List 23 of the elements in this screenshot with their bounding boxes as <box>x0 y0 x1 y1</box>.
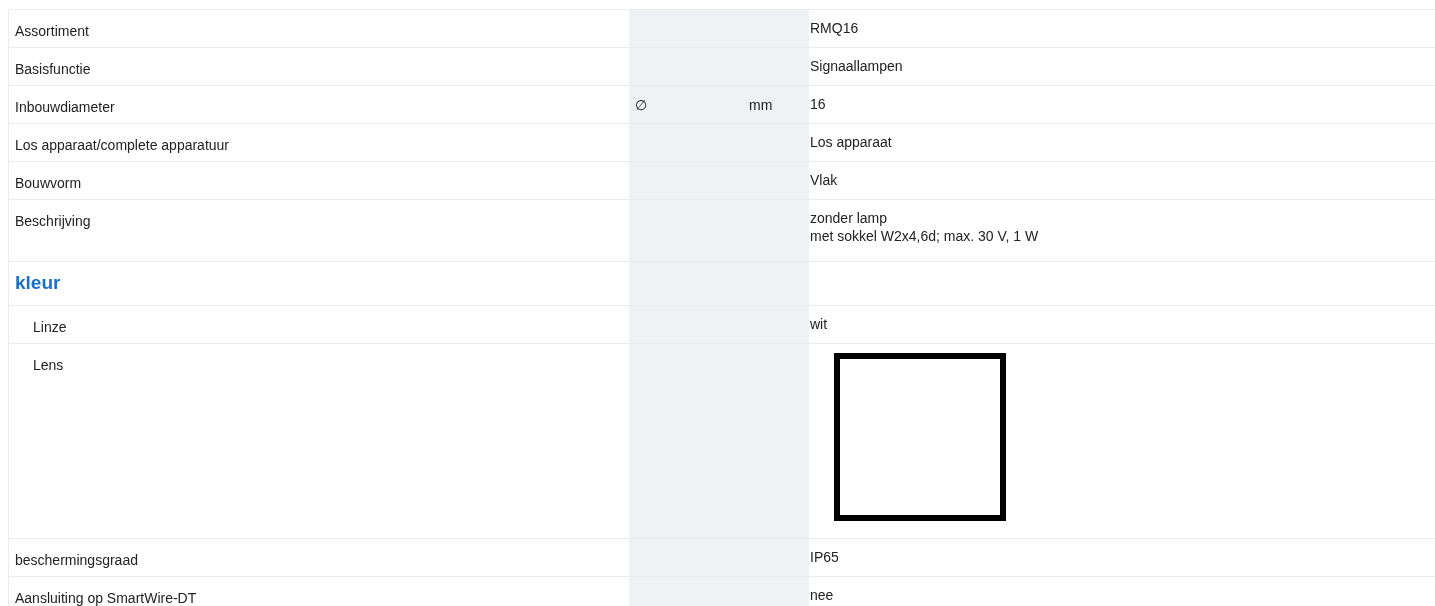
symbol-cell: ∅ <box>629 86 743 123</box>
property-label: Linze <box>33 319 67 335</box>
property-label: Bouwvorm <box>15 175 82 191</box>
property-value: wit <box>810 315 829 333</box>
unit-cell: mm <box>743 86 809 123</box>
property-value: met sokkel W2x4,6d; max. 30 V, 1 W <box>810 227 1040 245</box>
property-value: IP65 <box>810 548 840 566</box>
section-heading: kleur <box>15 271 61 296</box>
property-value: Vlak <box>810 171 839 189</box>
property-label: Basisfunctie <box>15 61 91 77</box>
property-label: Beschrijving <box>15 213 91 229</box>
property-label: Lens <box>33 357 64 373</box>
property-value: Signaallampen <box>810 57 904 75</box>
property-label: Los apparaat/complete apparatuur <box>15 137 230 153</box>
property-value: nee <box>810 586 835 604</box>
property-label: Inbouwdiameter <box>15 99 115 115</box>
property-label: Aansluiting op SmartWire-DT <box>15 590 197 606</box>
property-value: RMQ16 <box>810 19 860 37</box>
property-value: 16 <box>810 95 827 113</box>
property-value: Los apparaat <box>810 133 893 151</box>
property-label: beschermingsgraad <box>15 552 138 568</box>
property-value: zonder lamp <box>810 209 889 227</box>
property-label: Assortiment <box>15 23 89 39</box>
